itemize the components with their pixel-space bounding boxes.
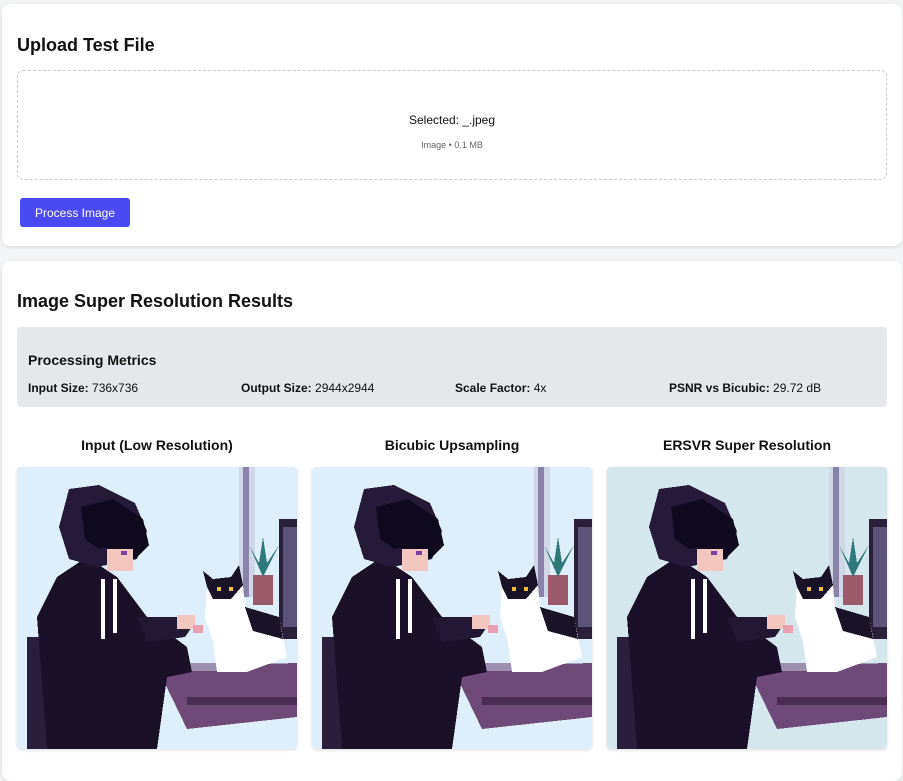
bicubic-image-title: Bicubic Upsampling xyxy=(384,437,520,453)
results-card: Image Super Resolution Results Processin… xyxy=(2,261,902,781)
metrics-title: Processing Metrics xyxy=(28,352,157,368)
illustration-svg xyxy=(17,467,297,749)
input-image xyxy=(17,467,297,749)
process-image-button[interactable]: Process Image xyxy=(20,198,130,227)
metric-psnr: PSNR vs Bicubic: 29.72 dB xyxy=(669,381,821,395)
metric-psnr-label: PSNR vs Bicubic: xyxy=(669,381,770,395)
metric-scale-factor-value: 4x xyxy=(533,381,547,395)
metric-scale-factor-label: Scale Factor: xyxy=(455,381,531,395)
ersvr-image-title: ERSVR Super Resolution xyxy=(662,437,832,453)
bicubic-image xyxy=(312,467,592,749)
file-dropzone[interactable]: Selected: _.jpeg Image • 0.1 MB xyxy=(17,70,887,180)
file-meta: Image • 0.1 MB xyxy=(421,140,483,150)
ersvr-image xyxy=(607,467,887,749)
upload-title: Upload Test File xyxy=(17,35,155,55)
metric-output-size: Output Size: 2944x2944 xyxy=(241,381,374,395)
metric-output-size-value: 2944x2944 xyxy=(315,381,375,395)
illustration-svg xyxy=(607,467,887,749)
metric-input-size-value: 736x736 xyxy=(92,381,139,395)
selected-file-label: Selected: _.jpeg xyxy=(408,113,496,127)
metric-scale-factor: Scale Factor: 4x xyxy=(455,381,546,395)
metric-input-size: Input Size: 736x736 xyxy=(28,381,138,395)
metric-output-size-label: Output Size: xyxy=(241,381,312,395)
results-title: Image Super Resolution Results xyxy=(17,291,294,311)
metric-psnr-value: 29.72 dB xyxy=(773,381,822,395)
illustration-svg xyxy=(312,467,592,749)
upload-card: Upload Test File Selected: _.jpeg Image … xyxy=(2,4,902,246)
input-image-title: Input (Low Resolution) xyxy=(81,437,233,453)
processing-metrics: Processing Metrics Input Size: 736x736 O… xyxy=(17,327,887,407)
metric-input-size-label: Input Size: xyxy=(28,381,89,395)
